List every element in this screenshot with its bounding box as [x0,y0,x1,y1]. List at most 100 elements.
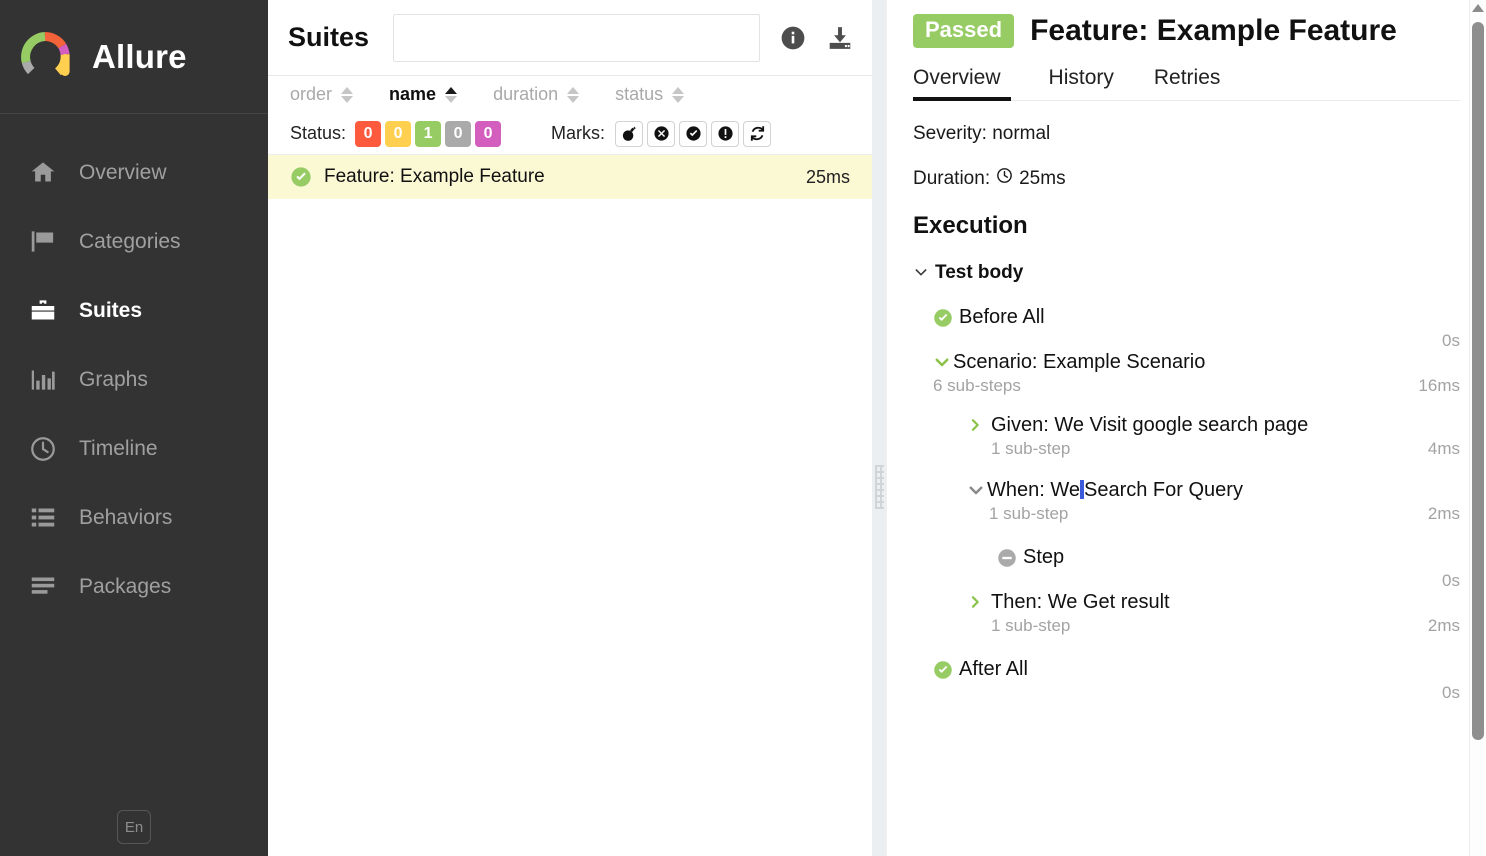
detail-header: Passed Feature: Example Feature Overview… [887,0,1486,101]
splitter-grip-icon [875,465,884,509]
sort-arrows-icon [341,86,354,103]
check-circle-icon [933,308,953,328]
tree-node-duration: 4ms [1427,439,1460,458]
tree-node-label: Before All [959,306,1045,328]
tree-node-label: Given: We Visit google search page [991,414,1309,436]
sort-label: status [615,84,664,104]
tree-node-duration: 2ms [1427,504,1460,523]
sidebar-item-suites[interactable]: Suites [0,276,273,345]
bomb-icon[interactable] [615,120,644,147]
minus-circle-icon [997,548,1017,568]
brand-header: Allure [0,0,268,114]
chevron-right-icon[interactable] [967,593,983,611]
sort-label: name [389,84,437,104]
sort-label: duration [493,84,559,104]
tree-node-label: Then: We Get result [991,591,1170,613]
search-input[interactable] [393,13,760,62]
tree-node-duration: 0s [1442,683,1460,702]
status-badge-failed[interactable]: 0 [355,120,382,147]
sidebar-item-timeline[interactable]: Timeline [0,414,268,483]
refresh-icon[interactable] [743,120,772,147]
severity-line: Severity: normal [913,123,1051,144]
scroll-up-arrow-icon[interactable] [1472,4,1484,12]
tree-node-label-part: Search For Query [1084,479,1243,501]
tree-node-scenario[interactable]: Scenario: Example Scenario 6 sub-steps 1… [933,351,1460,396]
tree-node-label: Scenario: Example Scenario [953,351,1206,373]
status-badge-broken[interactable]: 0 [385,120,412,147]
detail-title-row: Passed Feature: Example Feature [913,14,1460,48]
table-row[interactable]: Feature: Example Feature 25ms [268,155,872,199]
tree-node-test-body[interactable]: Test body [913,262,1460,284]
tree-node-label: When: We Search For Query [987,479,1243,502]
tree-node-step[interactable]: Step 0s [997,546,1460,591]
flag-icon [24,225,62,259]
sort-bar: order name duration status [268,76,872,113]
panel-splitter[interactable] [872,0,886,856]
marks-buttons [615,120,772,147]
sidebar: Allure Overview Categories Suites Graphs… [0,0,273,856]
sidebar-item-label: Suites [79,298,143,322]
allure-report-app: Allure Overview Categories Suites Graphs… [0,0,1486,856]
suite-duration: 25ms [805,166,850,187]
tab-history[interactable]: History [1029,66,1134,100]
status-badge-passed[interactable]: 1 [415,120,442,147]
suite-name: Feature: Example Feature [324,166,545,187]
download-icon[interactable] [826,25,854,51]
language-selector: En [0,810,268,856]
allure-logo-icon [18,30,72,84]
sort-column-status[interactable]: status [615,84,685,105]
sidebar-item-packages[interactable]: Packages [0,552,268,621]
page-title: Suites [288,22,370,52]
status-badge-skipped[interactable]: 0 [445,120,472,147]
sidebar-item-label: Packages [79,574,172,598]
detail-body: Severity: normal Duration: 25ms Executio… [887,101,1486,703]
chevron-down-icon[interactable] [913,264,929,280]
scrollbar-thumb[interactable] [1472,22,1484,740]
info-icon[interactable] [780,25,806,51]
sidebar-item-overview[interactable]: Overview [0,138,268,207]
suites-header: Suites [268,0,872,76]
sort-column-duration[interactable]: duration [493,84,580,105]
check-circle-icon [933,660,953,680]
chevron-down-icon[interactable] [967,481,985,499]
language-button[interactable]: En [117,810,151,844]
status-badge-unknown[interactable]: 0 [475,120,502,147]
tree-node-given[interactable]: Given: We Visit google search page 1 sub… [967,414,1460,459]
tree-node-then[interactable]: Then: We Get result 1 sub-step 2ms [967,591,1460,636]
vertical-scrollbar[interactable] [1469,0,1486,856]
sort-column-order[interactable]: order [290,84,354,105]
check-circle-icon[interactable] [679,120,708,147]
tree-node-substeps: 6 sub-steps [933,376,1021,395]
tree-node-when[interactable]: When: We Search For Query 1 sub-step 2ms [967,479,1460,524]
tree-node-after-all[interactable]: After All 0s [933,658,1460,703]
sort-label: order [290,84,333,104]
sidebar-item-label: Behaviors [79,505,173,529]
marks-label: Marks: [551,123,606,143]
status-filter-label: Status: [290,123,347,143]
chevron-down-icon[interactable] [933,353,951,371]
sidebar-item-label: Overview [79,160,167,184]
sidebar-item-behaviors[interactable]: Behaviors [0,483,268,552]
chevron-right-icon[interactable] [967,416,983,434]
tree-node-substeps: 1 sub-step [991,439,1071,458]
detail-tabs: Overview History Retries [913,66,1460,101]
sidebar-nav: Overview Categories Suites Graphs Timeli… [0,114,273,621]
tree-node-duration: 16ms [1418,376,1460,395]
filter-bar: Status: 0 0 1 0 0 Marks: [268,113,872,155]
sidebar-item-graphs[interactable]: Graphs [0,345,268,414]
tree-node-label: Step [1023,546,1065,568]
execution-tree: Test body Before All 0s Scenario: Exampl… [913,262,1460,703]
clock-icon [996,167,1013,190]
exclamation-circle-icon[interactable] [711,120,740,147]
tab-retries[interactable]: Retries [1134,66,1241,100]
sort-column-name[interactable]: name [389,84,458,105]
tree-node-before-all[interactable]: Before All 0s [933,306,1460,351]
sort-arrows-icon [445,86,458,103]
lines-icon [24,570,62,604]
sidebar-item-categories[interactable]: Categories [0,207,268,276]
x-circle-icon[interactable] [647,120,676,147]
tab-overview[interactable]: Overview [913,66,1029,101]
execution-heading: Execution [913,212,1028,239]
briefcase-icon [24,294,62,328]
tree-node-duration: 2ms [1427,616,1460,635]
